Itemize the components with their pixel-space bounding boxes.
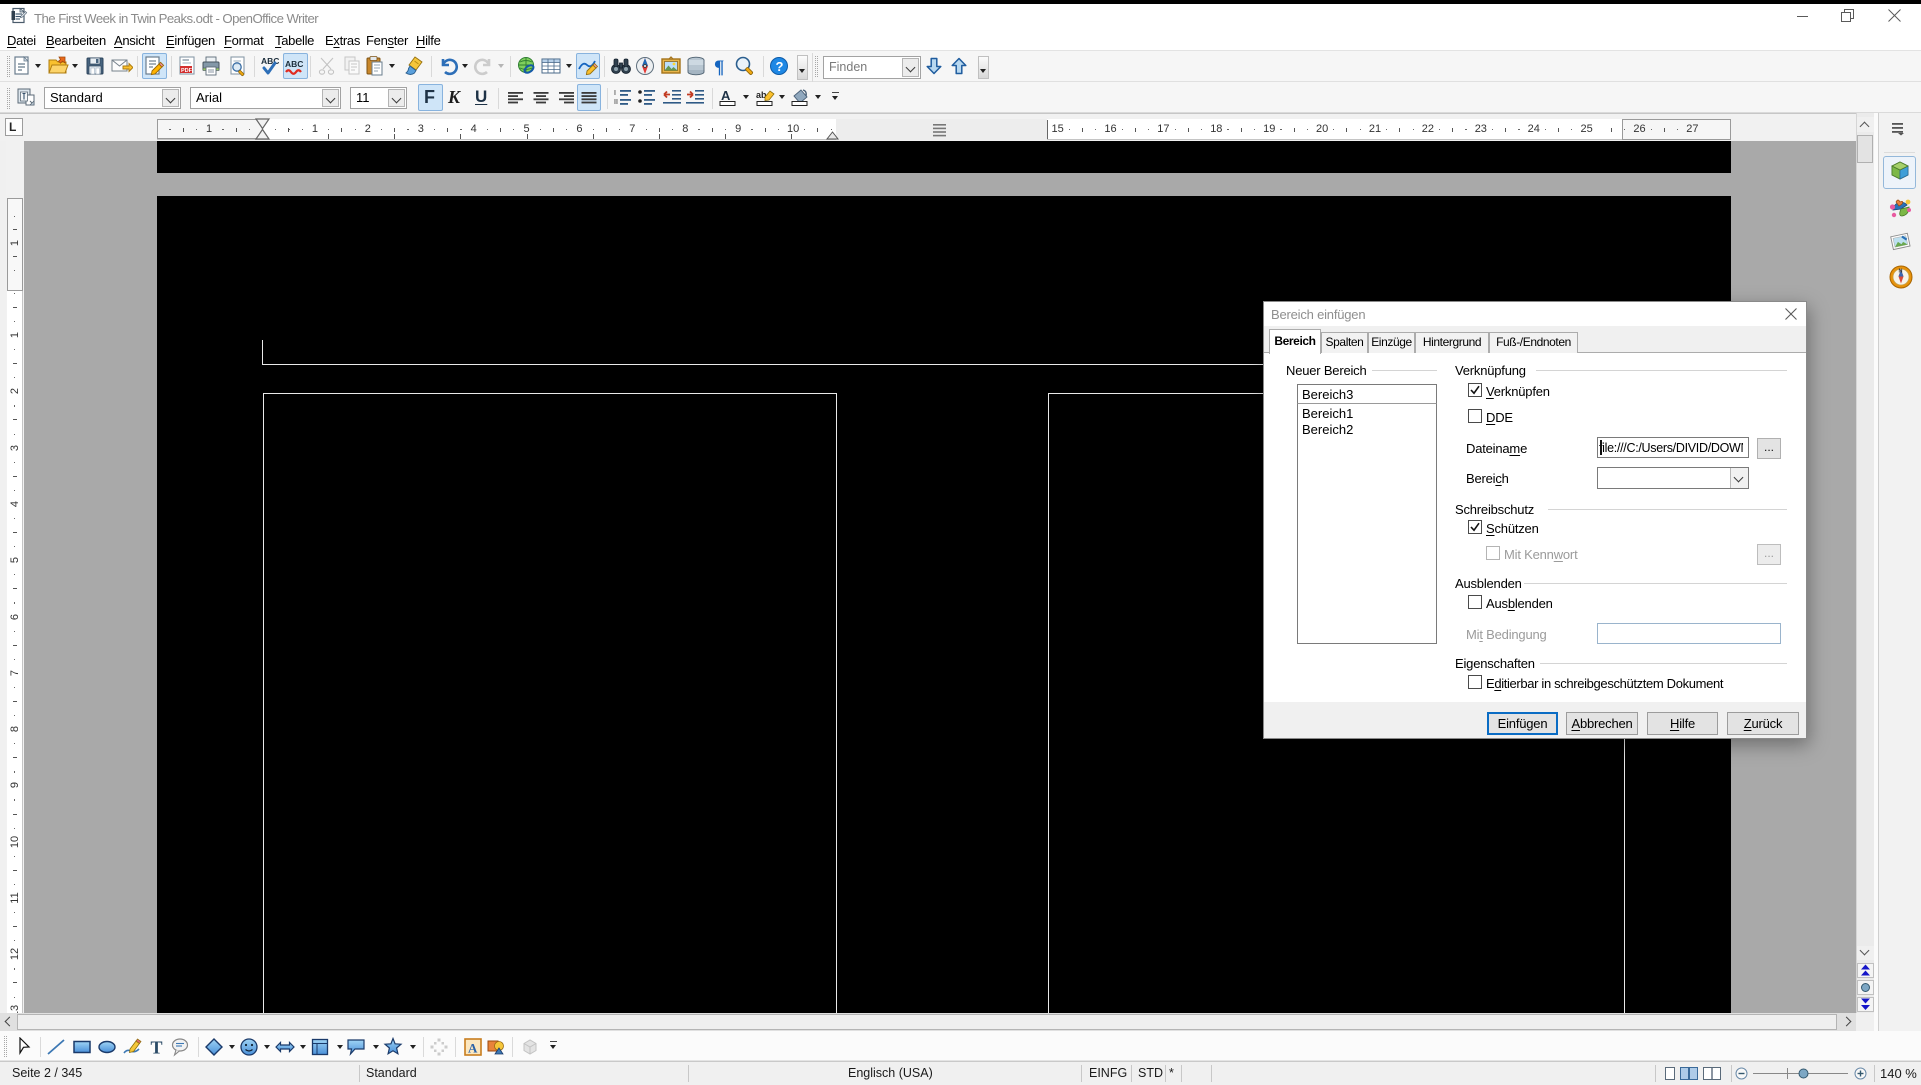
- svg-text:?: ?: [776, 59, 784, 74]
- svg-text:T: T: [151, 1038, 163, 1058]
- svg-text:ABC: ABC: [261, 56, 279, 66]
- svg-text:N: N: [1899, 269, 1903, 275]
- svg-text:II: II: [614, 99, 618, 106]
- svg-text:A: A: [468, 1041, 478, 1056]
- svg-text:PDF: PDF: [181, 68, 193, 74]
- svg-text:ABC: ABC: [285, 59, 303, 69]
- svg-text:¶: ¶: [714, 57, 724, 77]
- svg-text:A: A: [721, 88, 731, 103]
- svg-text:I: I: [614, 90, 616, 97]
